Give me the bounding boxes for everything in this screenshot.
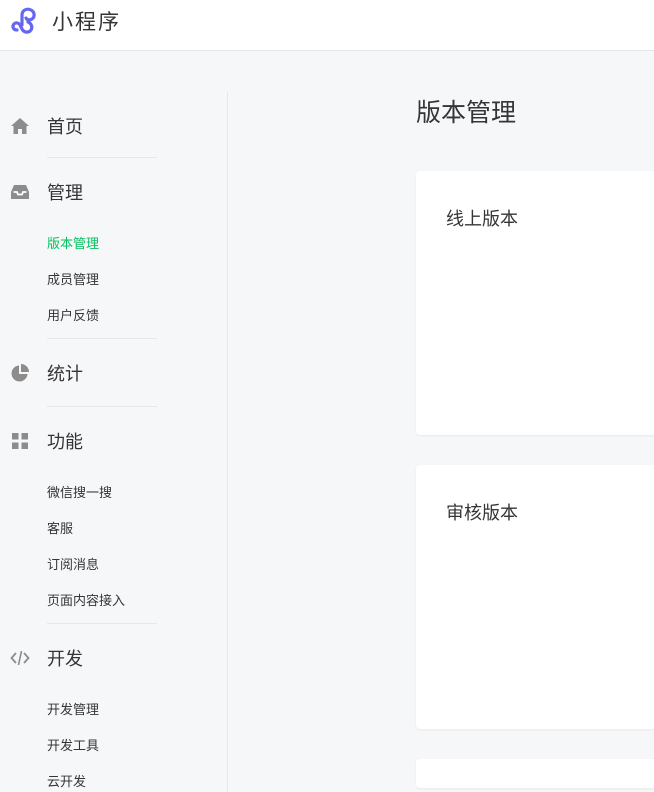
sidebar-subitem-member-management[interactable]: 成员管理 (47, 269, 99, 288)
sidebar-subitem-subscription-messages[interactable]: 订阅消息 (47, 554, 99, 573)
sidebar-subitem-user-feedback[interactable]: 用户反馈 (47, 305, 99, 324)
miniprogram-logo-icon[interactable] (10, 5, 42, 35)
code-icon (10, 650, 30, 666)
sidebar-item-manage[interactable]: 管理 (0, 177, 200, 207)
sidebar-subitem-customer-service[interactable]: 客服 (47, 518, 73, 537)
review-version-card: 审核版本 (416, 465, 654, 729)
sidebar-item-statistics[interactable]: 统计 (0, 358, 200, 388)
sidebar-item-features[interactable]: 功能 (0, 426, 200, 456)
home-icon (11, 118, 29, 134)
card-title: 线上版本 (446, 209, 518, 230)
sidebar-item-label: 功能 (47, 432, 83, 453)
divider (47, 623, 157, 624)
sidebar-item-label: 开发 (47, 649, 83, 670)
sidebar-item-home[interactable]: 首页 (0, 111, 200, 141)
inbox-icon (11, 185, 29, 199)
sidebar-subitem-wechat-search[interactable]: 微信搜一搜 (47, 482, 112, 501)
sidebar-subitem-dev-tools[interactable]: 开发工具 (47, 735, 99, 754)
online-version-card: 线上版本 (416, 171, 654, 435)
pie-chart-icon (11, 364, 29, 382)
sidebar-subitem-page-content-access[interactable]: 页面内容接入 (47, 590, 125, 609)
sidebar-subitem-version-management[interactable]: 版本管理 (47, 233, 99, 252)
divider (47, 338, 157, 339)
grid-icon (12, 433, 28, 449)
top-bar: 小程序 (0, 0, 654, 51)
sidebar-item-development[interactable]: 开发 (0, 643, 200, 673)
page-title: 版本管理 (416, 98, 517, 127)
app-title: 小程序 (52, 10, 121, 34)
sidebar-subitem-dev-management[interactable]: 开发管理 (47, 699, 99, 718)
card-title: 审核版本 (446, 503, 518, 524)
sidebar-item-label: 首页 (47, 117, 83, 138)
sidebar-item-label: 管理 (47, 183, 83, 204)
sidebar-divider (227, 92, 228, 792)
sidebar-subitem-cloud-dev[interactable]: 云开发 (47, 771, 86, 790)
version-card (416, 759, 654, 788)
divider (47, 157, 157, 158)
sidebar-item-label: 统计 (47, 364, 83, 385)
divider (47, 406, 157, 407)
